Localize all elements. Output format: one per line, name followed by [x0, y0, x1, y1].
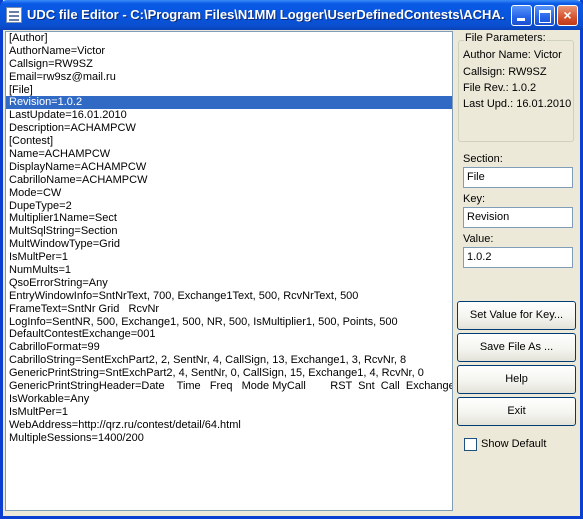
value-field[interactable]: 1.0.2: [463, 247, 573, 268]
file-line[interactable]: IsWorkable=Any: [6, 393, 452, 406]
value-label: Value:: [463, 233, 494, 245]
file-line[interactable]: GenericPrintStringHeader=Date Time Freq …: [6, 380, 452, 393]
file-line[interactable]: Name=ACHAMPCW: [6, 148, 452, 161]
file-line[interactable]: Multiplier1Name=Sect: [6, 212, 452, 225]
save-file-as-button[interactable]: Save File As ...: [457, 333, 576, 362]
file-line[interactable]: DefaultContestExchange=001: [6, 328, 452, 341]
title-bar[interactable]: UDC file Editor - C:\Program Files\N1MM …: [0, 0, 583, 30]
file-line[interactable]: DisplayName=ACHAMPCW: [6, 161, 452, 174]
show-default-label[interactable]: Show Default: [481, 438, 546, 450]
file-rev-param: File Rev.: 1.0.2: [463, 82, 537, 94]
file-line[interactable]: Callsign=RW9SZ: [6, 58, 452, 71]
file-line[interactable]: WebAddress=http://qrz.ru/contest/detail/…: [6, 419, 452, 432]
file-line[interactable]: CabrilloString=SentExchPart2, 2, SentNr,…: [6, 354, 452, 367]
author-name-param: Author Name: Victor: [463, 49, 562, 61]
file-line[interactable]: NumMults=1: [6, 264, 452, 277]
minimize-icon[interactable]: [511, 5, 532, 26]
file-line[interactable]: FrameText=SntNr Grid RcvNr: [6, 303, 452, 316]
file-line[interactable]: [Author]: [6, 32, 452, 45]
file-line[interactable]: LogInfo=SentNR, 500, Exchange1, 500, NR,…: [6, 316, 452, 329]
file-line[interactable]: QsoErrorString=Any: [6, 277, 452, 290]
file-line[interactable]: IsMultPer=1: [6, 251, 452, 264]
help-button[interactable]: Help: [457, 365, 576, 394]
show-default-checkbox[interactable]: [464, 438, 477, 451]
file-line[interactable]: [File]: [6, 84, 452, 97]
file-line[interactable]: Revision=1.0.2: [6, 96, 452, 110]
file-line[interactable]: CabrilloName=ACHAMPCW: [6, 174, 452, 187]
file-content-list[interactable]: [Author] AuthorName=Victor Callsign=RW9SZ E…: [5, 31, 453, 511]
file-line[interactable]: [Contest]: [6, 135, 452, 148]
file-line[interactable]: MultWindowType=Grid: [6, 238, 452, 251]
file-line[interactable]: Description=ACHAMPCW: [6, 122, 452, 135]
file-line[interactable]: IsMultPer=1: [6, 406, 452, 419]
file-line[interactable]: GenericPrintString=SntExchPart2, 4, Sent…: [6, 367, 452, 380]
file-line[interactable]: CabrilloFormat=99: [6, 341, 452, 354]
app-icon: [6, 7, 22, 23]
section-field[interactable]: File: [463, 167, 573, 188]
set-value-button[interactable]: Set Value for Key...: [457, 301, 576, 330]
file-line[interactable]: MultipleSessions=1400/200: [6, 432, 452, 445]
callsign-param: Callsign: RW9SZ: [463, 66, 547, 78]
window-title: UDC file Editor - C:\Program Files\N1MM …: [27, 7, 505, 22]
file-parameters-caption: File Parameters:: [464, 32, 547, 44]
file-line[interactable]: Email=rw9sz@mail.ru: [6, 71, 452, 84]
file-line[interactable]: AuthorName=Victor: [6, 45, 452, 58]
file-line[interactable]: Mode=CW: [6, 187, 452, 200]
file-line[interactable]: DupeType=2: [6, 200, 452, 213]
exit-button[interactable]: Exit: [457, 397, 576, 426]
key-label: Key:: [463, 193, 486, 205]
file-line[interactable]: EntryWindowInfo=SntNrText, 700, Exchange…: [6, 290, 452, 303]
close-glyph: ×: [563, 7, 572, 23]
maximize-icon[interactable]: [534, 5, 555, 26]
close-icon[interactable]: ×: [557, 5, 578, 26]
file-line[interactable]: MultSqlString=Section: [6, 225, 452, 238]
section-label: Section:: [463, 153, 503, 165]
file-line[interactable]: LastUpdate=16.01.2010: [6, 109, 452, 122]
last-upd-param: Last Upd.: 16.01.2010: [463, 98, 572, 110]
key-field[interactable]: Revision: [463, 207, 573, 228]
